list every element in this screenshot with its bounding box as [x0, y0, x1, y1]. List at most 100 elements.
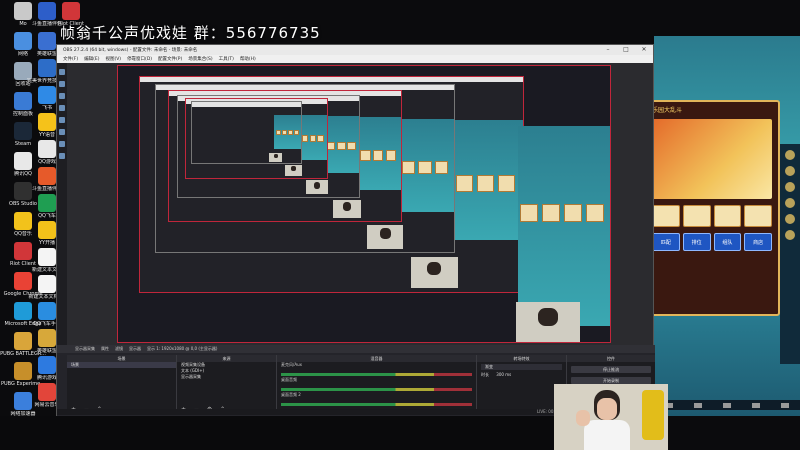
game-mode-button[interactable]: 匹配	[652, 233, 680, 251]
tool-icon[interactable]	[59, 81, 65, 87]
source-toolbar: 显示器采集 属性 滤镜 显示器 显示 1: 1920x1080 @ 0,0 (主显示器)	[57, 345, 655, 353]
nested-game-tile	[317, 135, 324, 142]
mixer-dock: 混音器 麦克风/Aux 桌面音频 桌面音频 2	[277, 355, 477, 415]
obs-preview[interactable]	[117, 65, 611, 343]
tool-icon[interactable]	[59, 153, 65, 159]
feishu-icon	[38, 86, 56, 104]
game-bottom-icon[interactable]	[781, 402, 790, 408]
tool-icon[interactable]	[59, 93, 65, 99]
game-mode-button[interactable]: 排位	[682, 233, 711, 251]
person-hand	[576, 410, 590, 426]
menu-item[interactable]: 帮助(H)	[240, 56, 256, 62]
game-hero-banner	[652, 119, 772, 199]
game-bottom-icon[interactable]	[722, 402, 731, 408]
nested-game-tile	[347, 141, 356, 151]
game-mode-buttons: 匹配 排位 组队 商店	[646, 231, 778, 253]
mixer-channel-label: 桌面音频 2	[281, 392, 301, 397]
tool-icon[interactable]	[59, 105, 65, 111]
game-sidebar-icon[interactable]	[785, 198, 795, 208]
duration-input[interactable]: 300 ms	[496, 372, 511, 377]
control-button[interactable]: 开始录制	[571, 377, 651, 384]
preview-webcam	[516, 302, 580, 342]
preview-game-tile	[520, 204, 538, 222]
person-face	[597, 398, 617, 420]
source-toolbar-item[interactable]: 属性	[101, 346, 109, 352]
obs-window: OBS 27.2.4 (64 bit, windows) - 配置文件: 未命名…	[56, 44, 655, 428]
game-tile[interactable]	[652, 205, 680, 227]
menu-item[interactable]: 编辑(E)	[84, 56, 99, 62]
sources-dock-title: 来源	[177, 355, 276, 362]
transition-select[interactable]: 渐变	[481, 364, 562, 370]
yy-icon	[38, 113, 56, 131]
nested-game-tile	[401, 160, 416, 175]
audio-meter[interactable]	[281, 388, 472, 391]
screen: Mo 网络 回收站 控制面板 Steam 腾讯QQ OBS Studio QQ音乐 Riot C…	[0, 0, 800, 450]
nested-game-tile	[301, 135, 309, 142]
menu-item[interactable]: 文件(F)	[63, 56, 78, 62]
nested-game-tile	[455, 174, 473, 192]
game-tile[interactable]	[744, 205, 772, 227]
minimize-button[interactable]: –	[599, 45, 617, 55]
game-sidebar-icon[interactable]	[785, 150, 795, 160]
maximize-button[interactable]: □	[617, 45, 635, 55]
game-sidebar	[780, 144, 800, 364]
game-sidebar-icon[interactable]	[785, 182, 795, 192]
source-toolbar-item[interactable]: 显示器采集	[75, 346, 95, 352]
scenes-dock: 场景 场景 + − ⌃ ⌄	[67, 355, 177, 415]
nested-game-tile	[434, 160, 449, 175]
game-title: 乐园大乱斗	[652, 107, 683, 114]
preview-game-tile	[564, 204, 582, 222]
tool-icon[interactable]	[59, 141, 65, 147]
source-toolbar-item[interactable]: 显示 1: 1920x1080 @ 0,0 (主显示器)	[147, 346, 217, 352]
game-lobby-panel: 乐园大乱斗 匹配 排位 组队 商店	[644, 100, 780, 316]
obs-menubar: 文件(F) 编辑(E) 视图(V) 停靠窗口(D) 配置文件(P) 场景集合(S) 工具(T…	[57, 55, 653, 63]
yy-live-icon	[38, 221, 56, 239]
game-mode-button[interactable]: 商店	[744, 233, 772, 251]
game-sidebar-icon[interactable]	[785, 214, 795, 224]
menu-item[interactable]: 工具(T)	[219, 56, 234, 62]
source-item[interactable]: 显示器采集	[177, 374, 276, 380]
nested-game-tile	[327, 141, 336, 151]
tool-icon[interactable]	[59, 129, 65, 135]
audio-meter[interactable]	[281, 403, 472, 406]
nested-titlebar	[139, 77, 524, 82]
menu-item[interactable]: 场景集合(S)	[188, 56, 212, 62]
mixer-channel-label: 桌面音频	[281, 377, 297, 382]
game-sidebar-icon[interactable]	[785, 230, 795, 240]
preview-game-area	[518, 126, 610, 326]
game-tile[interactable]	[713, 205, 742, 227]
nested-game-tile	[309, 135, 317, 142]
game-sidebar-icon[interactable]	[785, 166, 795, 176]
close-button[interactable]: ✕	[635, 45, 653, 55]
qq-speed-mobile-icon	[38, 302, 56, 320]
obs-left-toolbar	[57, 63, 67, 393]
source-toolbar-item[interactable]: 滤镜	[115, 346, 123, 352]
source-toolbar-item[interactable]: 显示器	[129, 346, 141, 352]
scene-item[interactable]: 场景	[67, 362, 176, 368]
obs-titlebar: OBS 27.2.4 (64 bit, windows) - 配置文件: 未命名…	[57, 45, 653, 55]
nested-game-tile	[418, 160, 432, 175]
game-bottom-icon[interactable]	[693, 402, 702, 408]
netease-icon	[38, 383, 56, 401]
menu-item[interactable]: 停靠窗口(D)	[127, 56, 152, 62]
menu-item[interactable]: 视图(V)	[105, 56, 121, 62]
game-window: 乐园大乱斗 匹配 排位 组队 商店	[644, 36, 800, 416]
nested-webcam	[269, 152, 283, 162]
douyu-icon	[38, 167, 56, 185]
text-file-icon	[38, 248, 56, 266]
game-tile[interactable]	[682, 205, 711, 227]
control-button[interactable]: 停止推流	[571, 366, 651, 373]
sources-dock: 来源 视频采集设备 文本 (GDI+) 显示器采集 + − ⚙ ⌃ ⌄	[177, 355, 277, 415]
audio-meter[interactable]	[281, 373, 472, 376]
perfect-world-icon	[38, 59, 56, 77]
mixer-dock-title: 混音器	[277, 355, 476, 362]
qq-speed-icon	[38, 194, 56, 212]
tool-icon[interactable]	[59, 69, 65, 75]
game-bottom-icon[interactable]	[752, 402, 761, 408]
person-body	[584, 420, 630, 450]
nested-webcam	[333, 199, 362, 219]
menu-item[interactable]: 配置文件(P)	[158, 56, 182, 62]
qq-game-icon	[38, 140, 56, 158]
tool-icon[interactable]	[59, 117, 65, 123]
game-mode-button[interactable]: 组队	[713, 233, 742, 251]
